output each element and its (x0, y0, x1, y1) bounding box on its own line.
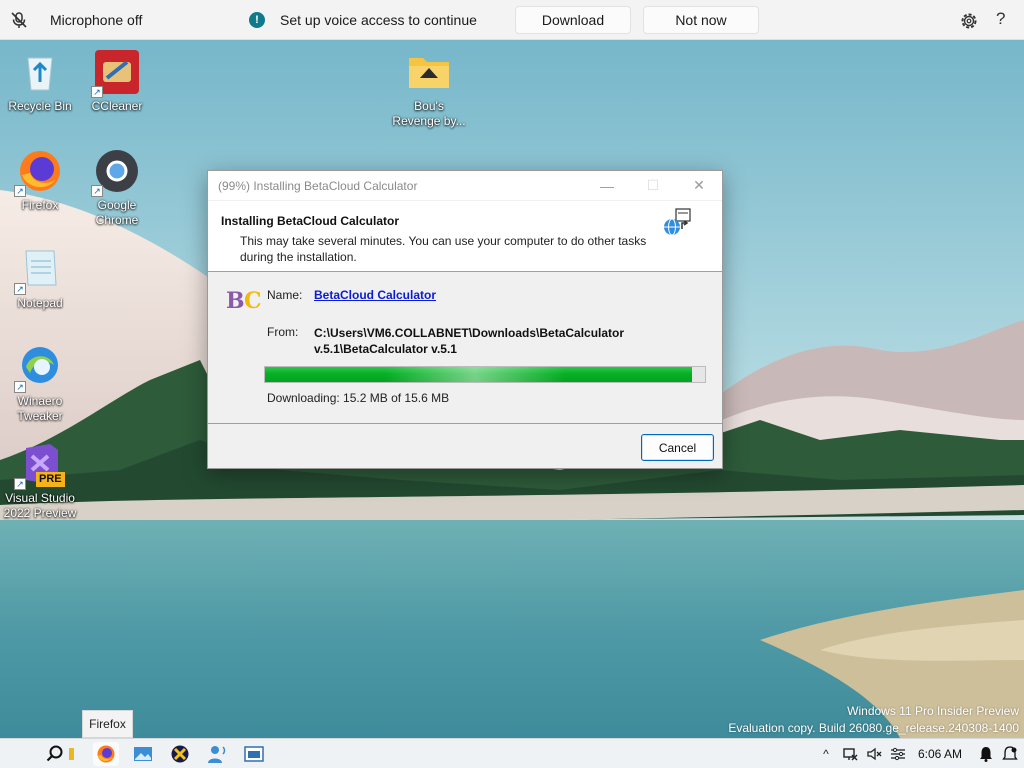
shortcut-arrow-icon: ↗ (91, 185, 103, 197)
dialog-heading: Installing BetaCloud Calculator (221, 214, 400, 228)
desktop-icon-notepad[interactable]: ↗ Notepad (0, 245, 80, 311)
shortcut-arrow-icon: ↗ (14, 478, 26, 490)
photos-icon (134, 747, 152, 761)
search-icon (46, 745, 63, 762)
desktop-icon-label: Firefox (21, 198, 59, 212)
shortcut-arrow-icon: ↗ (14, 185, 26, 197)
dialog-titlebar[interactable]: (99%) Installing BetaCloud Calculator — … (208, 171, 722, 201)
desktop-icon-label: Google Chrome (95, 198, 139, 227)
settings-gear-icon[interactable] (958, 10, 980, 32)
from-label: From: (267, 325, 299, 339)
not-now-button[interactable]: Not now (643, 5, 759, 34)
cancel-button[interactable]: Cancel (641, 434, 714, 461)
dialog-footer: Cancel (208, 423, 722, 469)
info-icon: ! (249, 11, 265, 28)
close-button[interactable]: ✕ (676, 171, 722, 201)
dialog-body: BC Name: BetaCloud Calculator From: C:\U… (208, 272, 722, 423)
logo-letter-c: C (244, 288, 261, 314)
installer-window-icon (244, 746, 264, 762)
voice-access-message: Set up voice access to continue (280, 11, 477, 28)
chrome-icon: ↗ (91, 147, 141, 197)
dialog-header: Installing BetaCloud Calculator This may… (208, 201, 722, 272)
desktop-icon-label: Visual Studio 2022 Preview (3, 491, 77, 520)
microphone-off-icon (11, 11, 27, 28)
firefox-icon (97, 745, 115, 763)
network-disconnected-icon[interactable] (840, 744, 860, 764)
taskbar-photos-button[interactable] (130, 742, 156, 766)
xbox-icon (171, 745, 189, 763)
desktop-icon-label: Recycle Bin (8, 99, 72, 113)
shortcut-arrow-icon: ↗ (14, 381, 26, 393)
desktop-icon-winaero-tweaker[interactable]: ↗ Winaero Tweaker (0, 343, 80, 424)
taskbar-installer-button[interactable] (241, 742, 267, 766)
shortcut-arrow-icon: ↗ (91, 86, 103, 98)
desktop-icon-label: Winaero Tweaker (17, 394, 63, 423)
desktop-icon-recycle-bin[interactable]: Recycle Bin (0, 48, 80, 114)
app-name-link[interactable]: BetaCloud Calculator (314, 288, 436, 302)
voice-access-bar: Microphone off ! Set up voice access to … (0, 0, 1024, 40)
preview-badge: PRE (36, 472, 65, 487)
minimize-button[interactable]: — (584, 171, 630, 201)
download-status: Downloading: 15.2 MB of 15.6 MB (267, 391, 450, 405)
winaero-icon: ↗ (14, 343, 64, 393)
voice-access-tray-icon[interactable] (888, 744, 908, 764)
dialog-title: (99%) Installing BetaCloud Calculator (218, 178, 418, 193)
notepad-icon: ↗ (14, 245, 64, 295)
desktop-icon-firefox[interactable]: ↗ Firefox (0, 147, 80, 213)
logo-letter-b: B (226, 288, 245, 314)
download-progress-bar (264, 366, 706, 383)
progress-fill (265, 367, 692, 382)
ccleaner-icon: ↗ (91, 48, 141, 98)
download-button[interactable]: Download (515, 5, 631, 34)
desktop-icon-label: Notepad (17, 296, 63, 310)
taskbar-widget-button[interactable] (66, 742, 78, 766)
taskbar-tooltip: Firefox (82, 710, 133, 738)
volume-muted-icon[interactable] (864, 744, 884, 764)
recycle-bin-icon (16, 48, 64, 96)
desktop-icon-visual-studio[interactable]: PRE ↗ Visual Studio 2022 Preview (0, 440, 80, 521)
install-globe-icon (662, 207, 694, 239)
dialog-description: This may take several minutes. You can u… (240, 234, 647, 264)
taskbar-xbox-button[interactable] (167, 742, 193, 766)
shortcut-arrow-icon: ↗ (14, 283, 26, 295)
desktop-icon-label: Bou's Revenge by... (392, 99, 466, 128)
taskbar-clock[interactable]: 6:06 AM (918, 747, 962, 761)
firefox-icon: ↗ (14, 147, 64, 197)
visual-studio-icon: PRE ↗ (14, 440, 65, 490)
show-hidden-icons-chevron[interactable]: ^ (816, 744, 836, 764)
installer-dialog: (99%) Installing BetaCloud Calculator — … (207, 170, 723, 469)
microphone-toggle-button[interactable] (0, 0, 38, 40)
focus-mode-icon[interactable] (1000, 744, 1020, 764)
source-path: C:\Users\VM6.COLLABNET\Downloads\BetaCal… (314, 326, 625, 356)
system-tray: ^ 6:06 AM (812, 739, 1024, 768)
folder-icon (405, 48, 453, 96)
windows-watermark: Windows 11 Pro Insider Preview Evaluatio… (728, 703, 1019, 737)
watermark-edition: Windows 11 Pro Insider Preview (847, 704, 1019, 718)
desktop-icon-label: CCleaner (91, 99, 143, 113)
taskbar-firefox-button[interactable] (93, 742, 119, 766)
voice-access-icon (208, 746, 226, 763)
taskbar-people-button[interactable] (204, 742, 230, 766)
microphone-status: Microphone off (50, 11, 143, 28)
watermark-build: Evaluation copy. Build 26080.ge_release.… (728, 721, 1019, 735)
widget-icon (69, 748, 74, 760)
maximize-button[interactable]: ☐ (630, 171, 676, 201)
name-label: Name: (267, 288, 303, 302)
betacloud-logo: BC (226, 288, 262, 314)
taskbar: ^ 6:06 AM (0, 738, 1024, 768)
taskbar-search-button[interactable] (42, 742, 68, 766)
desktop-icon-bous-revenge[interactable]: Bou's Revenge by... (389, 48, 469, 129)
help-icon[interactable]: ? (996, 9, 1005, 29)
notification-bell-icon[interactable] (976, 744, 996, 764)
desktop-icon-google-chrome[interactable]: ↗ Google Chrome (77, 147, 157, 228)
desktop-icon-ccleaner[interactable]: ↗ CCleaner (77, 48, 157, 114)
